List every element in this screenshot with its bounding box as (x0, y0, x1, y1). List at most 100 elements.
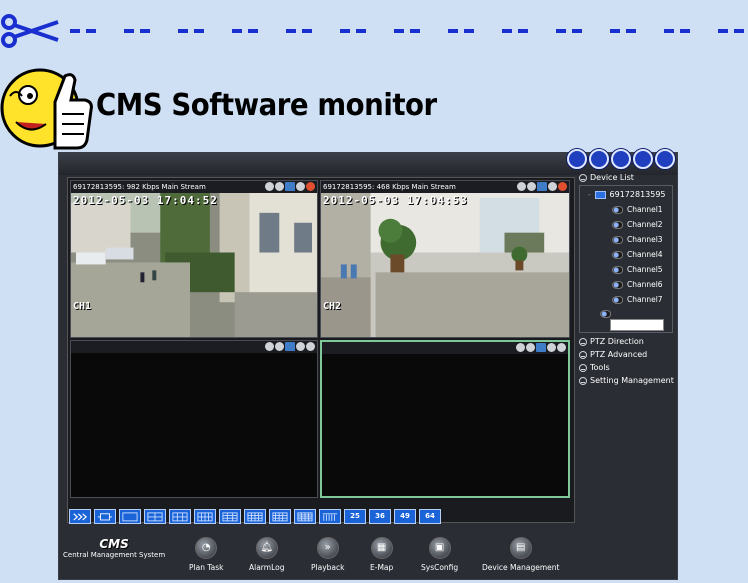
device-tree: - 69172813595 Channel1 Channel2 Channel3… (579, 185, 673, 333)
camera-icon (612, 280, 623, 289)
snapshot-icon[interactable] (285, 342, 295, 351)
channel-item[interactable]: Channel2 (612, 220, 663, 229)
video-cell-4[interactable] (320, 340, 570, 498)
channel-label: Channel5 (627, 265, 663, 274)
zoom-icon[interactable] (517, 182, 526, 191)
camera-feed-indoor (321, 193, 569, 337)
close-icon[interactable] (306, 182, 315, 191)
layout-64-button[interactable]: 64 (419, 509, 441, 524)
video-timestamp: 2012-05-03 17:04:53 (323, 194, 468, 207)
sys-config-button[interactable]: ▣ SysConfig (421, 537, 458, 572)
layout-4-button[interactable] (144, 509, 166, 524)
layout-9-button[interactable] (219, 509, 241, 524)
tree-expand-icon[interactable]: - (588, 191, 591, 199)
toolbar-label: Device Management (482, 563, 560, 572)
audio-icon[interactable] (296, 182, 305, 191)
channel-item-edit[interactable] (600, 310, 611, 318)
layout-13-button[interactable] (269, 509, 291, 524)
video-cell-2[interactable]: 69172813595: 468 Kbps Main Stream 2012-0… (320, 180, 570, 338)
right-panel: Device List - 69172813595 Channel1 Chann… (579, 171, 675, 521)
audio-icon[interactable] (548, 182, 557, 191)
logo-subtitle: Central Management System (63, 551, 166, 559)
channel-label: CH2 (323, 301, 342, 312)
channel-item[interactable]: Channel3 (612, 235, 663, 244)
zoom-icon[interactable] (265, 342, 274, 351)
camera-icon (612, 250, 623, 259)
expand-icon[interactable] (579, 376, 587, 385)
expand-icon[interactable] (579, 350, 587, 359)
control-circle-icon[interactable] (611, 149, 631, 169)
layout-49-button[interactable]: 49 (394, 509, 416, 524)
audio-icon[interactable] (296, 342, 305, 351)
zoom-icon[interactable] (265, 182, 274, 191)
channel-rename-input[interactable] (610, 319, 664, 331)
toolbar-label: SysConfig (421, 563, 459, 572)
audio-icon[interactable] (547, 343, 556, 352)
channel-item[interactable]: Channel1 (612, 205, 663, 214)
video-cell-header: 69172813595: 468 Kbps Main Stream (321, 181, 569, 193)
control-circle-icon[interactable] (633, 149, 653, 169)
record-icon[interactable] (527, 182, 536, 191)
cell-controls (265, 342, 315, 351)
record-icon[interactable] (275, 182, 284, 191)
layout-25-button[interactable]: 25 (344, 509, 366, 524)
layout-6-button[interactable] (169, 509, 191, 524)
setting-management-header[interactable]: Setting Management (579, 374, 675, 387)
prev-page-button[interactable] (69, 509, 91, 524)
expand-icon[interactable] (579, 337, 587, 346)
snapshot-icon[interactable] (536, 343, 546, 352)
zoom-icon[interactable] (516, 343, 525, 352)
e-map-button[interactable]: ▦ E-Map (370, 537, 393, 572)
record-icon[interactable] (275, 342, 284, 351)
channel-item[interactable]: Channel6 (612, 280, 663, 289)
channel-label: Channel6 (627, 280, 663, 289)
config-icon: ▣ (428, 537, 451, 559)
expand-icon[interactable] (579, 363, 587, 372)
cell-controls (517, 182, 567, 191)
bottom-toolbar: CMS Central Management System ◔ Plan Tas… (59, 531, 677, 579)
section-label: Tools (590, 363, 610, 372)
cell-controls (265, 182, 315, 191)
layout-36-button[interactable]: 36 (369, 509, 391, 524)
bell-icon: 🔔︎ (255, 537, 278, 559)
close-icon[interactable] (306, 342, 315, 351)
close-icon[interactable] (557, 343, 566, 352)
channel-label: Channel7 (627, 295, 663, 304)
channel-item[interactable]: Channel5 (612, 265, 663, 274)
collapse-icon[interactable] (579, 173, 587, 182)
control-circle-icon[interactable] (567, 149, 587, 169)
device-node[interactable]: - 69172813595 (588, 190, 666, 199)
camera-icon (612, 265, 623, 274)
video-cell-3[interactable] (70, 340, 318, 498)
record-icon[interactable] (526, 343, 535, 352)
ptz-direction-header[interactable]: PTZ Direction (579, 335, 675, 348)
device-management-button[interactable]: ▤ Device Management (482, 537, 559, 572)
cut-line (1, 14, 744, 48)
channel-item[interactable]: Channel4 (612, 250, 663, 259)
layout-bars-button[interactable] (319, 509, 341, 524)
control-circle-icon[interactable] (589, 149, 609, 169)
alarm-log-button[interactable]: 🔔︎ AlarmLog (249, 537, 284, 572)
layout-16-button[interactable] (294, 509, 316, 524)
layout-10-button[interactable] (244, 509, 266, 524)
plan-task-button[interactable]: ◔ Plan Task (189, 537, 224, 572)
layout-1-button[interactable] (119, 509, 141, 524)
channel-item[interactable]: Channel7 (612, 295, 663, 304)
snapshot-icon[interactable] (285, 182, 295, 191)
plan-task-icon: ◔ (195, 537, 218, 559)
map-icon: ▦ (370, 537, 393, 559)
playback-button[interactable]: » Playback (311, 537, 344, 572)
fullscreen-button[interactable] (94, 509, 116, 524)
control-circle-icon[interactable] (655, 149, 675, 169)
device-list-header[interactable]: Device List (579, 171, 675, 184)
ptz-advanced-header[interactable]: PTZ Advanced (579, 348, 675, 361)
scissors-icon (1, 14, 59, 48)
video-cell-1[interactable]: 69172813595: 982 Kbps Main Stream 2012-0… (70, 180, 318, 338)
tools-header[interactable]: Tools (579, 361, 675, 374)
close-icon[interactable] (558, 182, 567, 191)
layout-8-button[interactable] (194, 509, 216, 524)
video-grid: 69172813595: 982 Kbps Main Stream 2012-0… (67, 177, 575, 523)
channel-label: Channel1 (627, 205, 663, 214)
channel-label: Channel4 (627, 250, 663, 259)
snapshot-icon[interactable] (537, 182, 547, 191)
